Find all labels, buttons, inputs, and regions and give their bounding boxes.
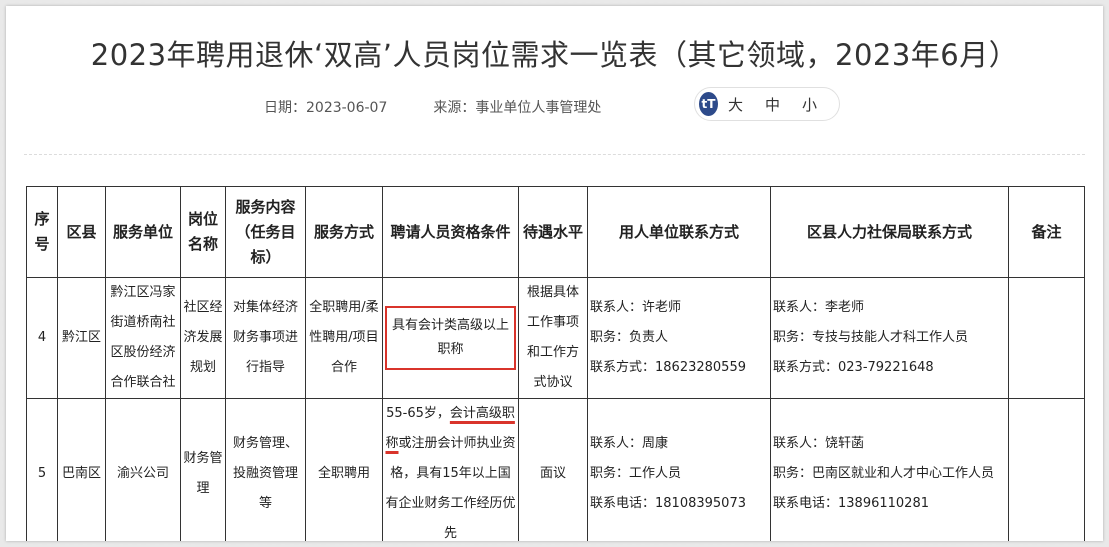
contact-person: 联系人：李老师 [773, 300, 865, 315]
font-size-switcher: tT 大 中 小 [694, 87, 840, 121]
requirement-rest: 或注册会计师执业资格，具有15年以上国有企业财务工作经历优先 [385, 436, 516, 541]
font-size-large-button[interactable]: 大 [728, 94, 743, 115]
row-number: 4 [26, 277, 58, 399]
highlight-box: 具有会计类高级以上职称 [385, 306, 516, 370]
district-cell: 黔江区 [57, 277, 106, 399]
contact-person: 联系人：周康 [590, 436, 669, 451]
table-row: 5 巴南区 渝兴公司 财务管理 财务管理、投融资管理等 全职聘用 55-65岁，… [26, 398, 1085, 541]
bureau-contact-cell: 联系人：李老师 职务：专技与技能人才科工作人员 联系方式：023-7922164… [770, 277, 1009, 399]
employer-contact-cell: 联系人：周康 职务：工作人员 联系电话：18108395073 [587, 398, 771, 541]
requirement-cell: 具有会计类高级以上职称 [382, 277, 519, 399]
unit-cell: 渝兴公司 [105, 398, 181, 541]
pay-cell: 根据具体工作事项和工作方式协议 [518, 277, 588, 399]
employer-contact-cell: 联系人：许老师 职务：负责人 联系方式：18623280559 [587, 277, 771, 399]
date-value: 2023-06-07 [306, 100, 388, 116]
font-size-medium-button[interactable]: 中 [765, 94, 780, 115]
bureau-contact-cell: 联系人：饶轩菡 职务：巴南区就业和人才中心工作人员 联系电话：138961102… [770, 398, 1009, 541]
pay-cell: 面议 [518, 398, 588, 541]
header-cell: 聘请人员资格条件 [382, 186, 519, 278]
post-cell: 社区经济发展规划 [180, 277, 226, 399]
contact-title: 职务：工作人员 [590, 466, 682, 481]
header-cell: 备注 [1008, 186, 1085, 278]
table-header-row: 序号 区县 服务单位 岗位名称 服务内容（任务目标） 服务方式 聘请人员资格条件… [26, 186, 1085, 278]
requirement-age: 55-65岁， [386, 406, 450, 421]
header-cell: 服务方式 [305, 186, 383, 278]
font-size-small-button[interactable]: 小 [802, 94, 817, 115]
mode-cell: 全职聘用/柔性聘用/项目合作 [305, 277, 383, 399]
district-cell: 巴南区 [57, 398, 106, 541]
content-cell: 对集体经济财务事项进行指导 [225, 277, 306, 399]
contact-phone: 联系方式：023-79221648 [773, 360, 934, 375]
header-cell: 区县 [57, 186, 106, 278]
contact-person: 联系人：许老师 [590, 300, 682, 315]
text-size-icon: tT [699, 92, 718, 116]
post-cell: 财务管理 [180, 398, 226, 541]
page-title: 2023年聘用退休‘双高’人员岗位需求一览表（其它领域，2023年6月） [90, 38, 1019, 72]
meta-divider [24, 154, 1085, 155]
contact-phone: 联系电话：13896110281 [773, 496, 929, 511]
contact-phone: 联系方式：18623280559 [590, 360, 746, 375]
header-cell: 用人单位联系方式 [587, 186, 771, 278]
publish-date: 日期：2023-06-07 [264, 97, 387, 117]
header-cell: 区县人力社保局联系方式 [770, 186, 1009, 278]
header-cell: 序号 [26, 186, 58, 278]
contact-title: 职务：巴南区就业和人才中心工作人员 [773, 466, 995, 481]
note-cell [1008, 398, 1085, 541]
date-label: 日期： [264, 100, 306, 116]
row-number: 5 [26, 398, 58, 541]
mode-cell: 全职聘用 [305, 398, 383, 541]
document-page: 2023年聘用退休‘双高’人员岗位需求一览表（其它领域，2023年6月） 日期：… [6, 6, 1103, 541]
header-cell: 服务内容（任务目标） [225, 186, 306, 278]
article-source: 来源：事业单位人事管理处 [433, 97, 601, 117]
job-demand-table: 序号 区县 服务单位 岗位名称 服务内容（任务目标） 服务方式 聘请人员资格条件… [26, 186, 1085, 541]
contact-title: 职务：负责人 [590, 330, 669, 345]
header-cell: 服务单位 [105, 186, 181, 278]
unit-cell: 黔江区冯家街道桥南社区股份经济合作联合社 [105, 277, 181, 399]
article-meta: 日期：2023-06-07 来源：事业单位人事管理处 [264, 92, 647, 122]
header-cell: 岗位名称 [180, 186, 226, 278]
contact-title: 职务：专技与技能人才科工作人员 [773, 330, 969, 345]
contact-person: 联系人：饶轩菡 [773, 436, 865, 451]
source-label: 来源： [433, 100, 476, 116]
note-cell [1008, 277, 1085, 399]
source-value: 事业单位人事管理处 [475, 100, 602, 116]
table-row: 4 黔江区 黔江区冯家街道桥南社区股份经济合作联合社 社区经济发展规划 对集体经… [26, 277, 1085, 399]
contact-phone: 联系电话：18108395073 [590, 496, 746, 511]
requirement-cell: 55-65岁，会计高级职称或注册会计师执业资格，具有15年以上国有企业财务工作经… [382, 398, 519, 541]
header-cell: 待遇水平 [518, 186, 588, 278]
content-cell: 财务管理、投融资管理等 [225, 398, 306, 541]
